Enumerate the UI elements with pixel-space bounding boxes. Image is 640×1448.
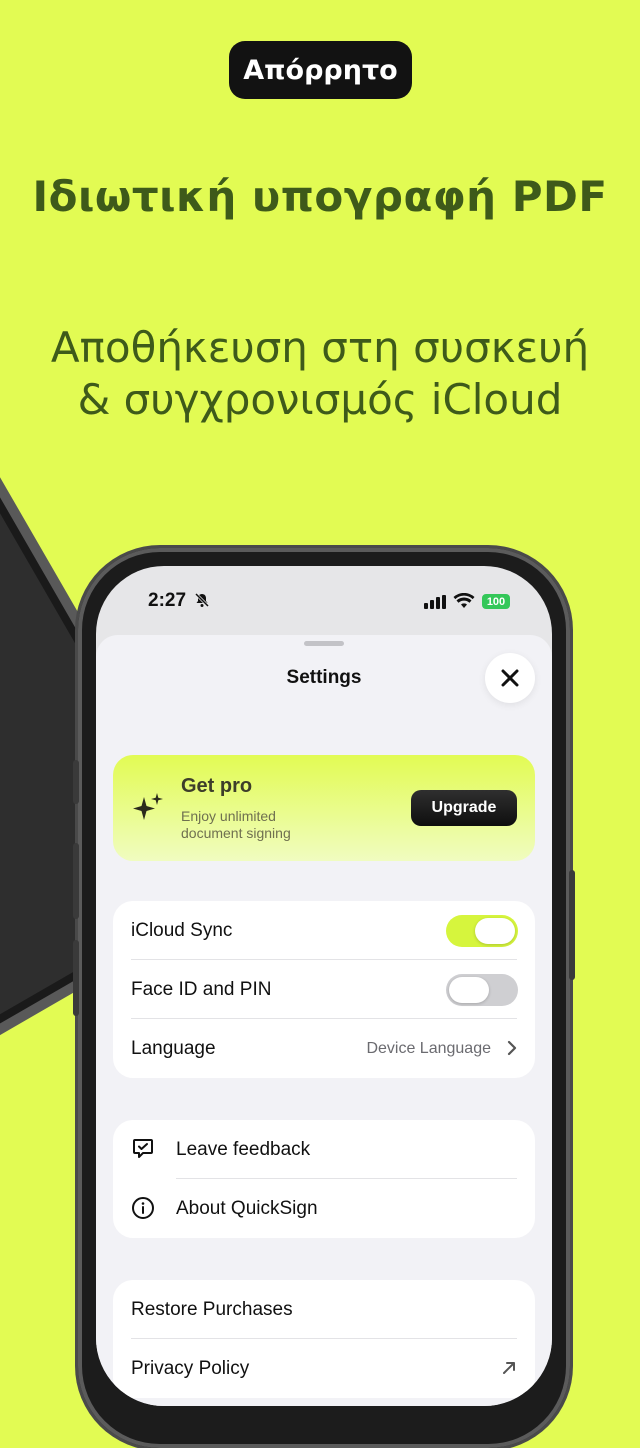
face-id-label: Face ID and PIN <box>131 978 272 1000</box>
promo-subline-line-1: Αποθήκευση στη συσκευή <box>50 323 590 372</box>
leave-feedback-label: Leave feedback <box>176 1138 311 1160</box>
leave-feedback-row[interactable]: Leave feedback <box>113 1120 535 1179</box>
icloud-sync-toggle[interactable] <box>446 915 518 947</box>
get-pro-subtitle: Enjoy unlimited document signing <box>181 808 291 841</box>
sheet-grabber[interactable] <box>304 641 344 646</box>
upgrade-button[interactable]: Upgrade <box>411 790 517 826</box>
phone-screen: 2:27 100 Settings Get pro Enjoy unlimite… <box>96 566 552 1406</box>
preferences-group: iCloud Sync Face ID and PIN Language Dev… <box>113 901 535 1078</box>
restore-purchases-row[interactable]: Restore Purchases <box>113 1280 535 1339</box>
battery-indicator: 100 <box>482 594 510 609</box>
bell-muted-icon <box>194 592 210 608</box>
face-id-toggle[interactable] <box>446 974 518 1006</box>
support-group: Leave feedback About QuickSign <box>113 1120 535 1238</box>
phone-side-button <box>73 760 79 804</box>
status-time: 2:27 <box>148 590 187 611</box>
privacy-policy-label: Privacy Policy <box>131 1357 250 1379</box>
icloud-sync-label: iCloud Sync <box>131 919 233 941</box>
promo-subline: Αποθήκευση στη συσκευή & συγχρονισμός iC… <box>0 322 640 426</box>
external-link-icon <box>503 1362 515 1374</box>
language-value: Device Language <box>366 1039 491 1057</box>
sheet-title: Settings <box>286 667 362 688</box>
language-label: Language <box>131 1037 216 1059</box>
legal-group: Restore Purchases Privacy Policy <box>113 1280 535 1398</box>
wifi-icon <box>453 593 475 608</box>
promo-headline: Ιδιωτική υπογραφή PDF <box>32 172 608 221</box>
info-icon <box>132 1197 154 1219</box>
privacy-policy-row[interactable]: Privacy Policy <box>113 1339 535 1398</box>
signal-icon <box>424 595 446 609</box>
about-label: About QuickSign <box>176 1197 318 1219</box>
get-pro-title: Get pro <box>181 775 253 797</box>
chevron-right-icon <box>507 1040 517 1056</box>
get-pro-card[interactable]: Get pro Enjoy unlimited document signing… <box>113 755 535 861</box>
promo-subline-line-2: & συγχρονισμός iCloud <box>77 375 563 424</box>
settings-sheet: Settings Get pro Enjoy unlimited documen… <box>96 635 552 1406</box>
phone-volume-up <box>73 843 79 919</box>
icloud-sync-row[interactable]: iCloud Sync <box>113 901 535 960</box>
face-id-row[interactable]: Face ID and PIN <box>113 960 535 1019</box>
close-icon <box>501 669 519 687</box>
feedback-icon <box>133 1139 153 1158</box>
phone-power-button <box>569 870 575 980</box>
phone-volume-down <box>73 940 79 1016</box>
close-button[interactable] <box>485 653 535 703</box>
sparkle-icon <box>133 793 163 820</box>
promo-badge: Απόρρητο <box>229 41 412 99</box>
language-row[interactable]: Language Device Language <box>113 1019 535 1078</box>
about-row[interactable]: About QuickSign <box>113 1179 535 1238</box>
restore-purchases-label: Restore Purchases <box>131 1298 293 1320</box>
